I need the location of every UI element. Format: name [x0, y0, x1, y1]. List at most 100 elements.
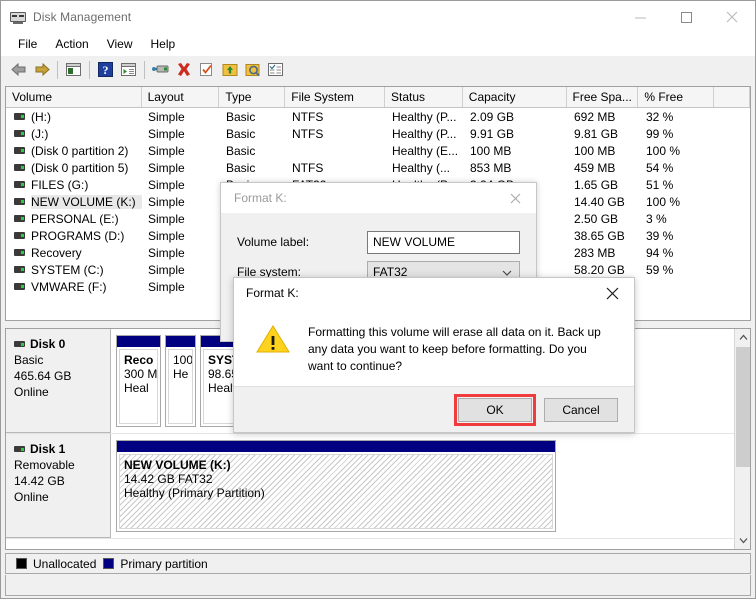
cell-pct: 32 % — [646, 109, 674, 124]
scrollbar-thumb[interactable] — [736, 347, 750, 467]
up-one-level-icon[interactable] — [62, 59, 85, 81]
table-row[interactable]: (H:) Simple Basic NTFS Healthy (P... 2.09 GB 6… — [6, 108, 750, 125]
column-header-status[interactable]: Status — [384, 87, 463, 107]
disk-info-panel[interactable]: Disk 0 Basic 465.64 GB Online — [6, 329, 111, 433]
cell-layout: Simple — [148, 177, 185, 192]
volume-label-label: Volume label: — [237, 235, 310, 249]
cell-fs: NTFS — [292, 109, 324, 124]
menu-action[interactable]: Action — [46, 35, 97, 53]
volume-label-input[interactable]: NEW VOLUME — [367, 230, 520, 254]
cell-pct: 99 % — [646, 126, 674, 141]
search-disks-icon[interactable] — [241, 59, 264, 81]
cell-volume: PROGRAMS (D:) — [6, 229, 142, 243]
cell-capacity: 2.09 GB — [470, 109, 515, 124]
volume-name: Recovery — [31, 245, 82, 260]
partition-details: 100 He — [168, 349, 193, 424]
help-icon[interactable]: ? — [94, 59, 117, 81]
disk-name: Disk 0 — [30, 337, 66, 351]
column-header-capacity[interactable]: Capacity — [462, 87, 567, 107]
format-dialog-close-icon[interactable] — [494, 183, 536, 213]
cell-layout: Simple — [148, 109, 185, 124]
menu-help[interactable]: Help — [142, 35, 185, 53]
cell-status: Healthy (... — [392, 160, 451, 175]
column-header-file-system[interactable]: File System — [285, 87, 385, 107]
column-header-volume[interactable]: Volume — [6, 87, 142, 107]
column-header-blank[interactable] — [714, 87, 750, 107]
cell-pct: 39 % — [646, 228, 674, 243]
cell-pct: 3 % — [646, 211, 667, 226]
disk-kind: Basic — [14, 353, 44, 367]
legend-swatch-primary-partition — [103, 558, 115, 569]
list-view-icon[interactable] — [264, 59, 287, 81]
forward-icon[interactable] — [30, 59, 53, 81]
warning-dialog-body: Formatting this volume will erase all da… — [234, 308, 634, 375]
column-header-layout[interactable]: Layout — [141, 87, 220, 107]
disk-info-panel[interactable]: Disk 1 Removable 14.42 GB Online — [6, 434, 111, 538]
scroll-up-arrow-icon[interactable] — [735, 329, 750, 346]
properties-icon[interactable] — [149, 59, 172, 81]
back-icon[interactable] — [7, 59, 30, 81]
refresh-icon[interactable] — [195, 59, 218, 81]
cell-layout: Simple — [148, 160, 185, 175]
cell-layout: Simple — [148, 228, 185, 243]
table-row[interactable]: (J:) Simple Basic NTFS Healthy (P... 9.91 GB 9… — [6, 125, 750, 142]
partition-line1: Reco — [124, 353, 154, 367]
cell-type: Basic — [226, 143, 256, 158]
cell-layout: Simple — [148, 262, 185, 277]
show-hide-console-tree-icon[interactable] — [117, 59, 140, 81]
format-dialog-title-bar: Format K: — [221, 183, 536, 213]
cell-free: 38.65 GB — [574, 228, 625, 243]
partition-line2: 100 — [173, 353, 193, 367]
partition-block[interactable]: 100 He — [165, 335, 196, 427]
menu-file[interactable]: File — [9, 35, 46, 53]
warning-dialog-title: Format K: — [246, 286, 299, 300]
volume-name: (Disk 0 partition 2) — [31, 143, 129, 158]
ok-button[interactable]: OK — [454, 393, 536, 426]
minimize-button[interactable] — [617, 1, 663, 33]
disk-state: Online — [14, 385, 49, 399]
partition-line3: Healthy (Primary Partition) — [124, 486, 265, 500]
delete-icon[interactable] — [172, 59, 195, 81]
column-header--free[interactable]: % Free — [638, 87, 715, 107]
cell-layout: Simple — [148, 194, 185, 209]
rescan-disks-icon[interactable] — [218, 59, 241, 81]
volume-disk-icon — [14, 215, 25, 222]
volume-disk-icon — [14, 232, 25, 239]
column-header-free-spa[interactable]: Free Spa... — [566, 87, 639, 107]
partition-block[interactable]: NEW VOLUME (K:) 14.42 GB FAT32 Healthy (Pr… — [116, 440, 556, 532]
cell-free: 1.65 GB — [574, 177, 619, 192]
cell-volume: NEW VOLUME (K:) — [6, 194, 142, 209]
volume-name: VMWARE (F:) — [31, 279, 107, 294]
disk-name: Disk 1 — [30, 442, 66, 456]
toolbar-separator — [144, 60, 145, 79]
partition-line2: 300 M — [124, 367, 158, 381]
cell-capacity: 9.91 GB — [470, 126, 515, 141]
disk-title: Disk 0 — [14, 337, 110, 351]
toolbar: ? — [1, 55, 755, 83]
cell-volume: SYSTEM (C:) — [6, 263, 142, 277]
table-row[interactable]: (Disk 0 partition 5) Simple Basic NTFS Healt… — [6, 159, 750, 176]
scroll-down-arrow-icon[interactable] — [735, 532, 750, 549]
disk-icon — [14, 446, 25, 452]
column-header-type[interactable]: Type — [219, 87, 286, 107]
legend-item-unallocated: Unallocated — [16, 557, 96, 571]
menu-view[interactable]: View — [98, 35, 142, 53]
cell-free: 692 MB — [574, 109, 616, 124]
cancel-button[interactable]: Cancel — [544, 397, 618, 422]
cell-fs: NTFS — [292, 126, 324, 141]
graphical-view-scrollbar[interactable] — [734, 329, 750, 549]
warning-dialog-close-icon[interactable] — [590, 278, 634, 308]
volume-disk-icon — [14, 113, 25, 120]
warning-dialog-title-bar: Format K: — [234, 278, 634, 308]
close-button[interactable] — [709, 1, 755, 33]
svg-text:?: ? — [103, 63, 109, 77]
cell-layout: Simple — [148, 143, 185, 158]
maximize-button[interactable] — [663, 1, 709, 33]
volume-disk-icon — [14, 198, 25, 205]
table-row[interactable]: (Disk 0 partition 2) Simple Basic Healthy (… — [6, 142, 750, 159]
partition-block[interactable]: Reco 300 M Heal — [116, 335, 161, 427]
cell-free: 2.50 GB — [574, 211, 619, 226]
status-bar — [5, 575, 751, 596]
cell-capacity: 853 MB — [470, 160, 512, 175]
toolbar-separator — [57, 60, 58, 79]
